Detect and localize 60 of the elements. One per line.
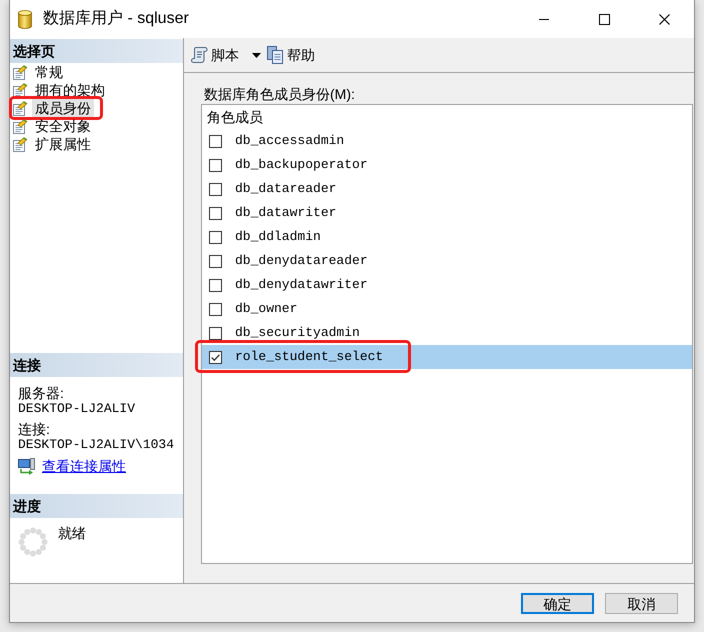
list-row[interactable]: db_backupoperator — [202, 153, 692, 177]
sidebar-item[interactable]: 成员身份 — [32, 99, 94, 117]
checkbox[interactable] — [209, 134, 222, 148]
list-row[interactable]: db_securityadmin — [202, 321, 692, 345]
section-heading: 选择页 — [10, 39, 183, 63]
role-name: db_ddladmin — [235, 229, 321, 245]
column-header: 角色成员 — [206, 108, 264, 126]
list-row[interactable]: db_accessadmin — [202, 129, 692, 153]
checkbox[interactable] — [209, 278, 222, 292]
role-name: role_student_select — [235, 349, 384, 365]
help-button[interactable]: 帮助 — [267, 43, 315, 67]
role-name: db_datareader — [235, 181, 336, 197]
sidebar-item[interactable]: 扩展属性 — [32, 135, 94, 153]
checkbox[interactable] — [209, 302, 222, 316]
section-heading: 连接 — [10, 353, 183, 377]
caret-icon — [252, 52, 261, 58]
role-name: db_backupoperator — [235, 157, 368, 173]
checkbox[interactable] — [209, 230, 222, 244]
database-icon — [18, 10, 32, 28]
cancel-button[interactable]: 取消 — [605, 593, 678, 614]
ok-button[interactable]: 确定 — [521, 593, 594, 614]
list-row[interactable]: db_owner — [202, 297, 692, 321]
connection-properties-link[interactable]: 查看连接属性 — [42, 458, 126, 474]
computer-icon — [18, 457, 35, 475]
list-row[interactable]: db_datareader — [202, 177, 692, 201]
sidebar-item[interactable]: 安全对象 — [32, 117, 94, 135]
role-name: db_denydatareader — [235, 253, 368, 269]
spinner-icon — [18, 527, 48, 557]
list-row[interactable]: role_student_select — [202, 345, 692, 369]
server-name: DESKTOP-LJ2ALIV — [18, 401, 136, 417]
role-name: db_accessadmin — [235, 133, 344, 149]
checkbox[interactable] — [209, 350, 222, 364]
documents-icon — [267, 46, 283, 64]
script-dropdown-button[interactable]: 脚本 — [191, 43, 261, 67]
role-name: db_owner — [235, 301, 298, 317]
role-name: db_datawriter — [235, 205, 336, 221]
connection-label: 连接: — [18, 421, 51, 437]
role-name: db_securityadmin — [235, 325, 360, 341]
checkbox[interactable] — [209, 158, 222, 172]
minimize-icon — [539, 18, 549, 20]
section-heading: 进度 — [10, 494, 183, 518]
scroll-icon — [191, 46, 208, 64]
status-text: 就绪 — [58, 525, 86, 541]
connection-name: DESKTOP-LJ2ALIV\1034 — [18, 437, 176, 453]
role-name: db_denydatawriter — [235, 277, 368, 293]
checkbox[interactable] — [209, 206, 222, 220]
window-title: 数据库用户 - sqluser — [43, 9, 189, 29]
list-row[interactable]: db_ddladmin — [202, 225, 692, 249]
checkbox[interactable] — [209, 182, 222, 196]
checkbox[interactable] — [209, 326, 222, 340]
close-icon — [658, 14, 670, 24]
sidebar-item[interactable]: 常规 — [32, 63, 66, 81]
list-row[interactable]: db_datawriter — [202, 201, 692, 225]
server-label: 服务器: — [18, 385, 65, 401]
list-row[interactable]: db_denydatareader — [202, 249, 692, 273]
field-label: 数据库角色成员身份(M): — [203, 86, 356, 102]
list-row[interactable]: db_denydatawriter — [202, 273, 692, 297]
maximize-icon — [598, 14, 610, 24]
checkmark-icon — [211, 354, 220, 360]
checkbox[interactable] — [209, 254, 222, 268]
